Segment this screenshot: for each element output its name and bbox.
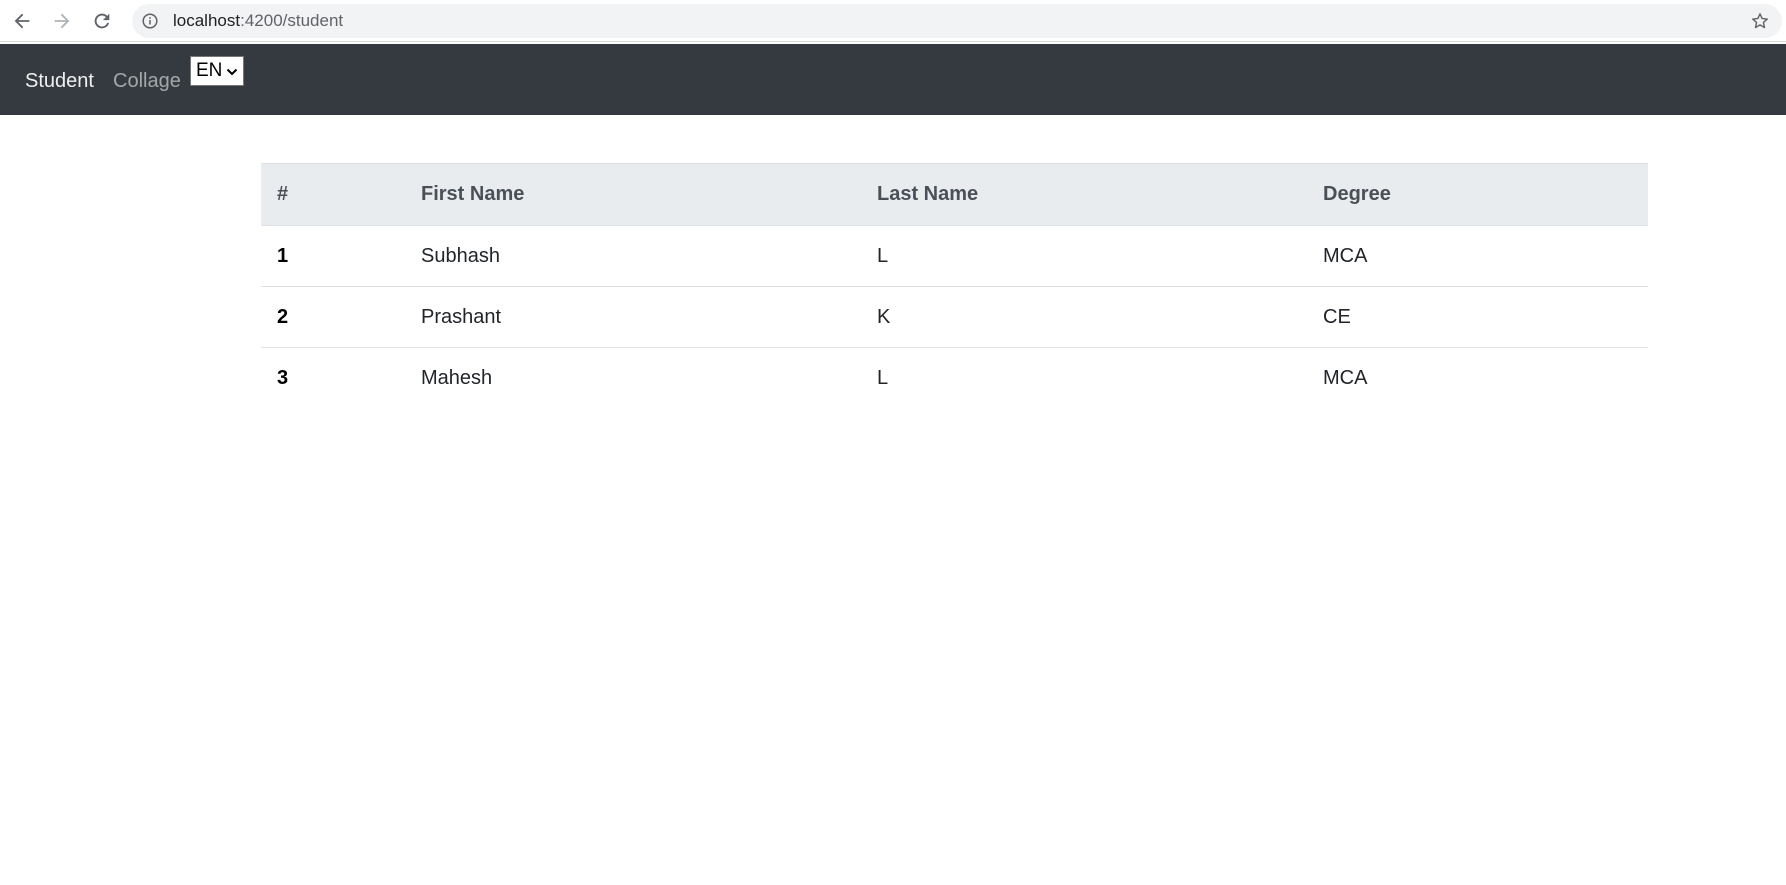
table-header: # First Name Last Name Degree (261, 163, 1648, 226)
cell-first-name: Prashant (405, 286, 861, 348)
star-icon[interactable] (1750, 11, 1770, 31)
cell-last-name: L (877, 366, 889, 389)
cell-degree: MCA (1323, 366, 1368, 389)
url-host: localhost (173, 11, 241, 30)
student-table: # First Name Last Name Degree 1 Subhash … (261, 163, 1648, 409)
forward-button[interactable] (46, 5, 78, 37)
reload-icon (94, 13, 110, 29)
chevron-down-icon (226, 68, 238, 76)
cell-first-name: Mahesh (421, 366, 493, 389)
back-button[interactable] (6, 5, 38, 37)
table-body: 1 Subhash L MCA 2 Prashant K CE 3 Mahesh… (261, 225, 1648, 409)
url-text: localhost:4200/student (173, 4, 343, 38)
url-path: :4200/student (240, 11, 344, 30)
nav-link-collage[interactable]: Collage (113, 44, 181, 115)
language-select-value: EN (196, 60, 223, 81)
arrow-right-icon (54, 13, 70, 29)
cell-last-name: K (861, 286, 1307, 348)
table-row: 1 Subhash L MCA (261, 225, 1648, 287)
cell-number: 2 (261, 286, 405, 348)
arrow-left-icon (14, 13, 30, 29)
info-icon[interactable] (142, 13, 158, 29)
address-bar[interactable]: localhost:4200/student (132, 4, 1782, 38)
cell-degree: MCA (1307, 225, 1648, 287)
table-row: 2 Prashant K CE (261, 286, 1648, 348)
reload-button[interactable] (86, 5, 118, 37)
column-header-first-name: First Name (405, 163, 861, 226)
cell-degree: CE (1307, 286, 1648, 348)
student-table-container: # First Name Last Name Degree 1 Subhash … (261, 163, 1648, 409)
app-navbar: Student Collage EN (0, 44, 1786, 115)
browser-toolbar: localhost:4200/student (0, 0, 1786, 42)
column-header-last-name: Last Name (861, 163, 1307, 226)
language-select[interactable]: EN (190, 56, 244, 86)
table-row: 3 Mahesh L MCA (261, 348, 1648, 409)
column-header-number: # (261, 163, 405, 226)
cell-number: 3 (277, 366, 289, 389)
cell-number: 1 (261, 225, 405, 287)
cell-first-name: Subhash (405, 225, 861, 287)
cell-last-name: L (861, 225, 1307, 287)
column-header-degree: Degree (1307, 163, 1648, 226)
nav-link-student[interactable]: Student (25, 44, 94, 115)
table-header-row: # First Name Last Name Degree (261, 163, 1648, 226)
